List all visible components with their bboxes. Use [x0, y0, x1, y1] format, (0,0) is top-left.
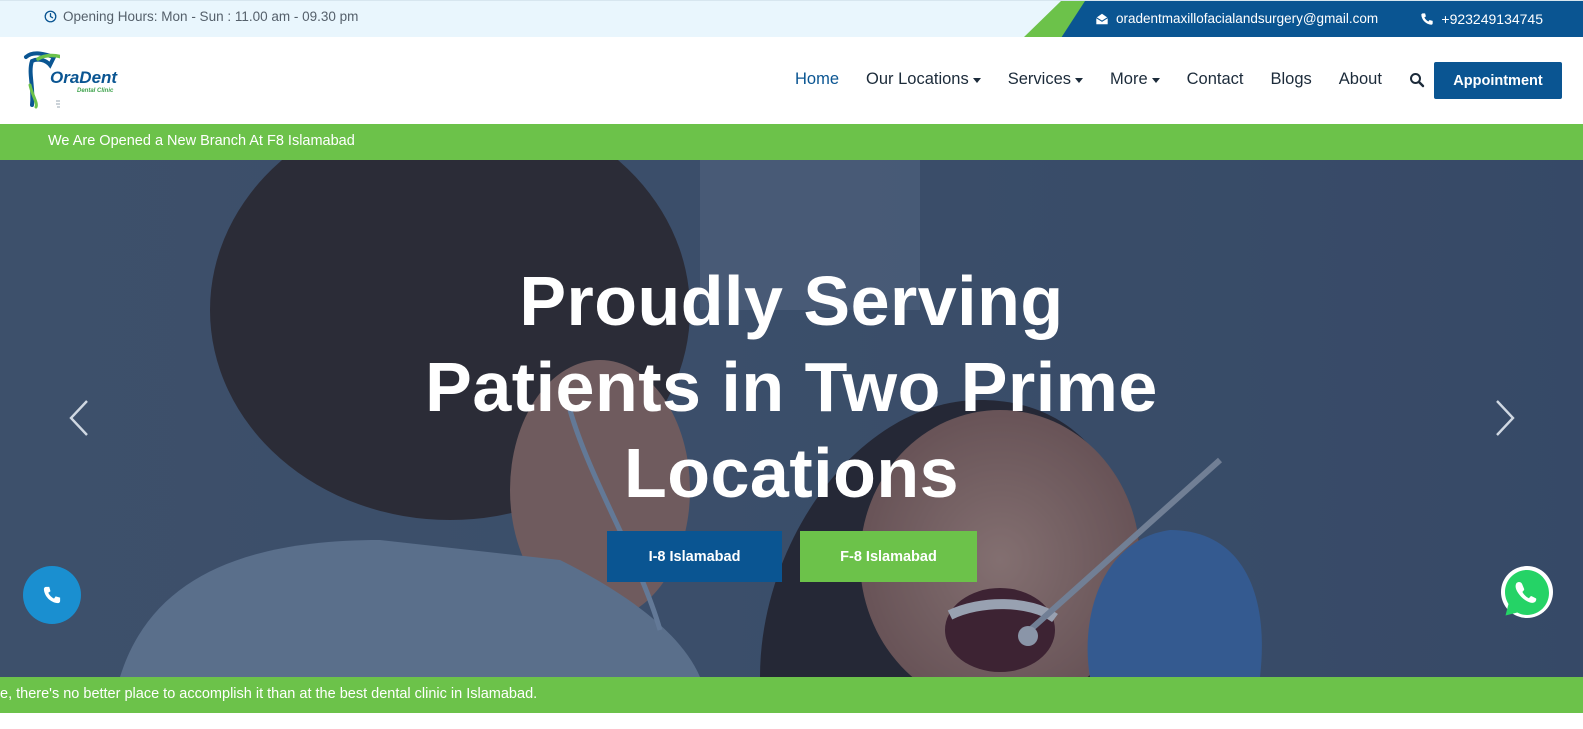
- site-logo[interactable]: OraDent Dental Clinic: [20, 51, 130, 109]
- i8-islamabad-button[interactable]: I-8 Islamabad: [607, 531, 782, 582]
- envelope-icon: [1096, 13, 1108, 24]
- nav-contact[interactable]: Contact: [1187, 70, 1244, 89]
- phone-icon: [1421, 13, 1434, 25]
- hero-headline: Proudly Serving Patients in Two Prime Lo…: [0, 258, 1583, 516]
- clock-icon: [44, 10, 57, 23]
- nav-services[interactable]: Services: [1007, 70, 1084, 89]
- nav-services-label: Services: [1007, 70, 1072, 88]
- bottom-ticker: e, there's no better place to accomplish…: [0, 677, 1583, 713]
- nav-more-label: More: [1110, 70, 1148, 88]
- nav-our-locations-label: Our Locations: [866, 70, 969, 88]
- nav-our-locations[interactable]: Our Locations: [866, 70, 981, 89]
- nav-about-label: About: [1338, 70, 1382, 88]
- call-button[interactable]: [23, 566, 81, 624]
- nav-blogs[interactable]: Blogs: [1271, 70, 1312, 89]
- logo-tagline: Dental Clinic: [77, 88, 114, 94]
- phone-link[interactable]: +923249134745: [1420, 11, 1543, 27]
- opening-hours: Opening Hours: Mon - Sun : 11.00 am - 09…: [44, 9, 358, 24]
- chevron-right-icon[interactable]: [1493, 398, 1517, 438]
- main-nav: Home Our Locations Services More Contact…: [795, 70, 1425, 89]
- hero-headline-line-1: Proudly Serving: [519, 262, 1064, 340]
- nav-more[interactable]: More: [1110, 70, 1160, 89]
- phone-text: +923249134745: [1441, 11, 1543, 27]
- caret-down-icon: [972, 77, 981, 83]
- nav-home-label: Home: [795, 70, 840, 88]
- nav-about[interactable]: About: [1339, 70, 1382, 89]
- hero-headline-line-2: Patients in Two Prime: [425, 348, 1158, 426]
- opening-hours-text: Opening Hours: Mon - Sun : 11.00 am - 09…: [63, 9, 359, 24]
- chevron-left-icon[interactable]: [67, 398, 91, 438]
- f8-islamabad-button[interactable]: F-8 Islamabad: [800, 531, 977, 582]
- top-bar: Opening Hours: Mon - Sun : 11.00 am - 09…: [0, 0, 1583, 38]
- nav-home[interactable]: Home: [795, 70, 839, 89]
- contact-strip: oradentmaxillofacialandsurgery@gmail.com…: [1023, 1, 1583, 38]
- caret-down-icon: [1151, 77, 1160, 83]
- email-link[interactable]: oradentmaxillofacialandsurgery@gmail.com: [1095, 11, 1378, 26]
- caret-down-icon: [1075, 77, 1084, 83]
- email-text: oradentmaxillofacialandsurgery@gmail.com: [1116, 11, 1379, 26]
- hero-headline-line-3: Locations: [623, 434, 960, 512]
- logo-wordmark: OraDent: [50, 68, 118, 87]
- whatsapp-icon[interactable]: [1497, 564, 1557, 624]
- announcement-bar: We Are Opened a New Branch At F8 Islamab…: [0, 124, 1583, 160]
- nav-contact-label: Contact: [1186, 70, 1244, 88]
- ticker-text: e, there's no better place to accomplish…: [0, 686, 538, 702]
- hero-slider: Proudly Serving Patients in Two Prime Lo…: [0, 160, 1583, 677]
- search-icon[interactable]: [1409, 72, 1425, 88]
- phone-icon: [43, 586, 61, 604]
- nav-blogs-label: Blogs: [1270, 70, 1312, 88]
- announcement-text: We Are Opened a New Branch At F8 Islamab…: [48, 133, 355, 149]
- site-header: OraDent Dental Clinic Home Our Locations…: [0, 37, 1583, 124]
- appointment-button[interactable]: Appointment: [1434, 62, 1562, 99]
